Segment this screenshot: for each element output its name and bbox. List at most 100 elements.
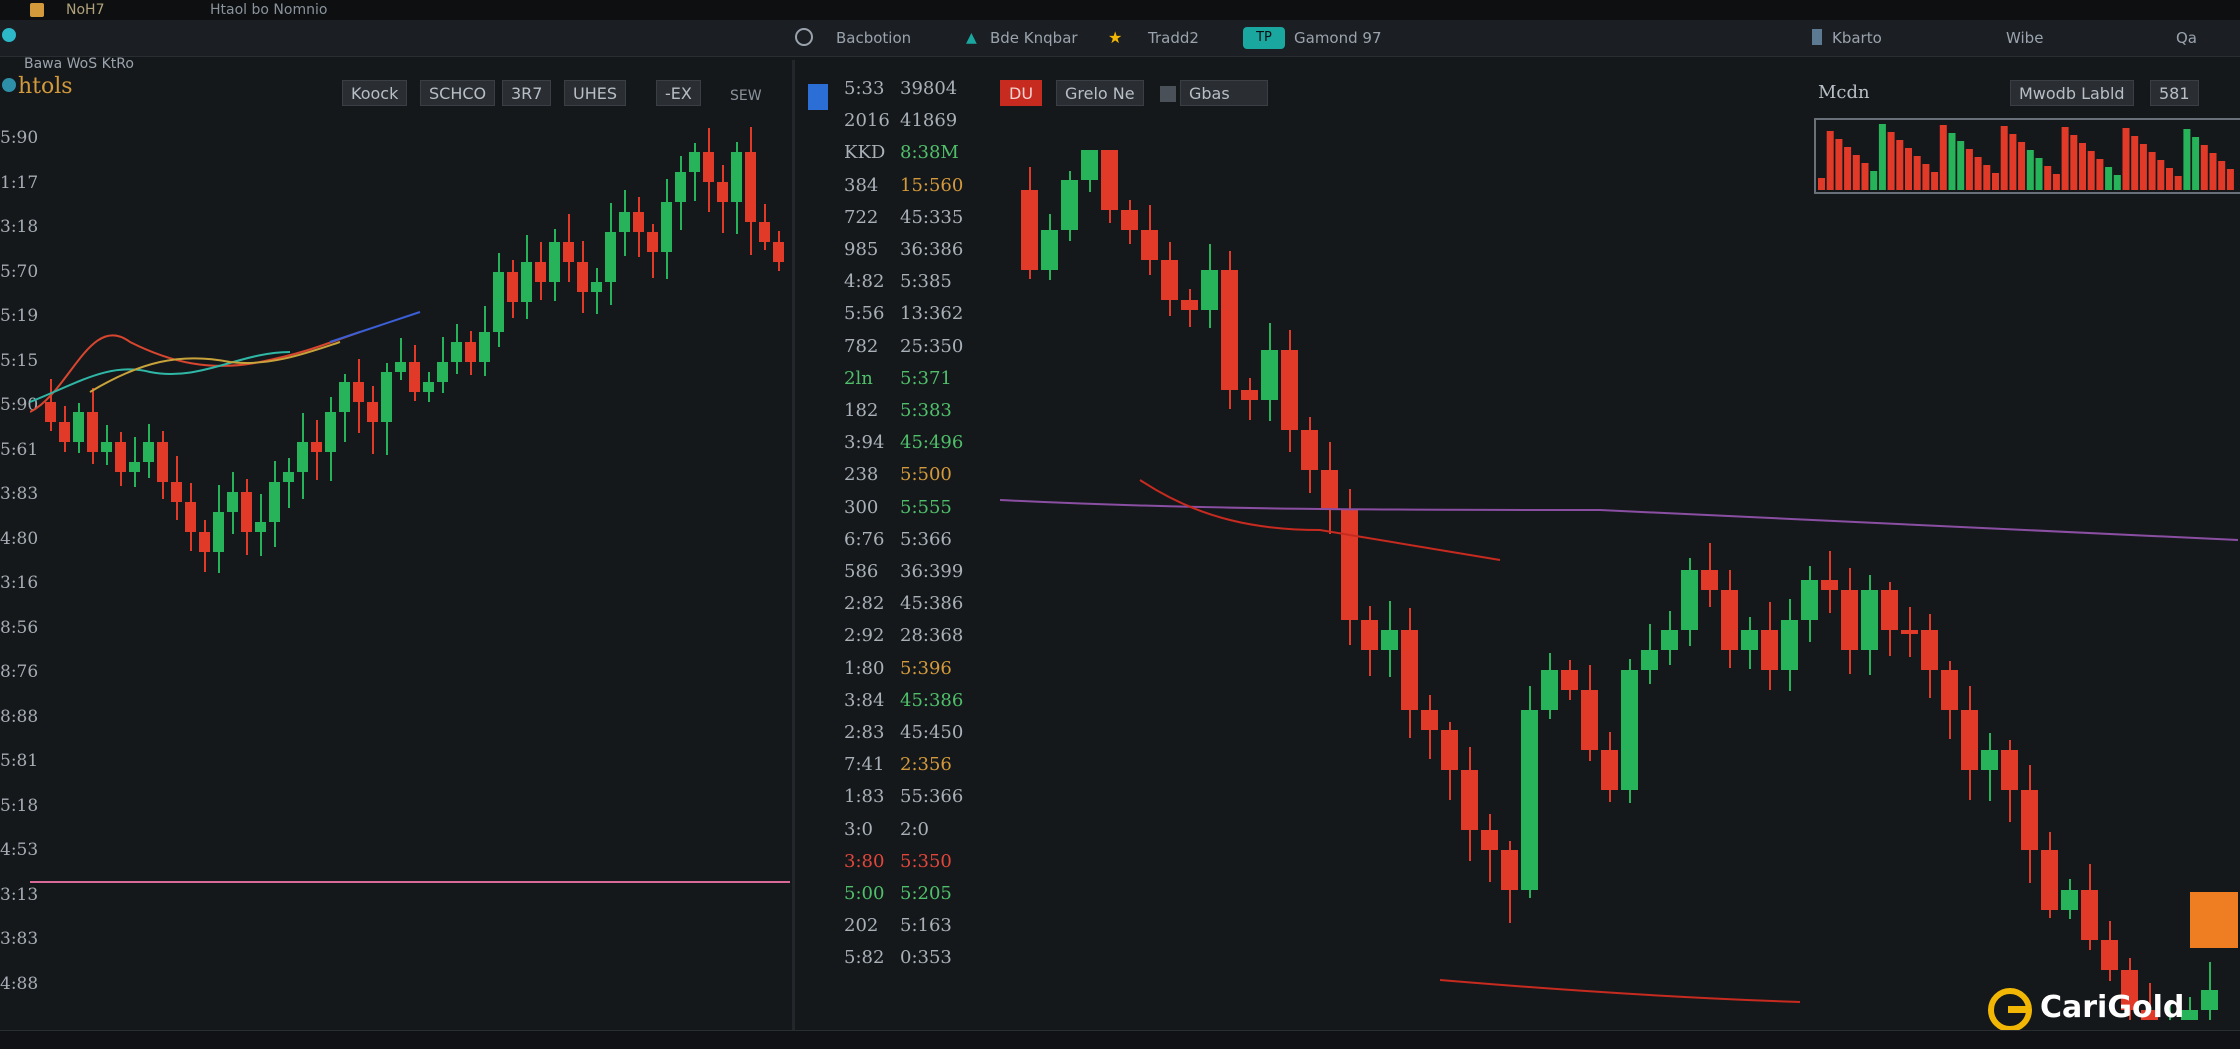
- candle-body: [493, 272, 504, 332]
- order-book-price: 202: [844, 915, 879, 937]
- candle-body: [605, 232, 616, 282]
- order-book-price: 2:83: [844, 722, 885, 743]
- candle-body: [1361, 620, 1378, 650]
- candle-body: [1521, 710, 1538, 890]
- gear-icon[interactable]: [2, 28, 16, 42]
- left-btn-4[interactable]: -EX: [656, 80, 701, 106]
- order-book-price: 300: [844, 496, 879, 518]
- right-tag[interactable]: DU: [1000, 80, 1043, 106]
- price-marker: [2190, 892, 2238, 948]
- candle-body: [689, 152, 700, 172]
- candle-body: [1281, 350, 1298, 430]
- order-book-price: 5:00: [844, 883, 885, 904]
- toolbar-item-3[interactable]: Tradd2: [1148, 26, 1199, 50]
- window-title: NoH7: [66, 2, 105, 18]
- order-book-volume: 36:399: [900, 561, 964, 582]
- candle-body: [2021, 790, 2038, 850]
- candle-body: [87, 412, 98, 452]
- order-book-price: 238: [844, 464, 879, 486]
- candle-body: [1501, 850, 1518, 890]
- left-btn-2[interactable]: 3R7: [502, 80, 552, 106]
- toolbar-item-1[interactable]: Bacbotion: [836, 26, 911, 50]
- candle-body: [1101, 150, 1118, 210]
- candle-body: [1381, 630, 1398, 650]
- left-btn-0[interactable]: Koock: [342, 80, 408, 106]
- order-book-volume: 5:383: [900, 400, 952, 421]
- candle-body: [1261, 350, 1278, 400]
- left-candlestick-chart: [30, 127, 790, 883]
- left-btn-3[interactable]: UHES: [564, 80, 627, 106]
- candle-body: [591, 282, 602, 292]
- candle-body: [1141, 230, 1158, 260]
- order-book-price: 985: [844, 239, 879, 260]
- order-book-price: 782: [844, 335, 879, 357]
- order-book-price: 2016: [844, 110, 890, 132]
- candle-body: [1181, 300, 1198, 310]
- order-book-volume: 5:555: [900, 496, 952, 518]
- candle-body: [745, 152, 756, 222]
- order-book-volume: 45:335: [900, 206, 964, 228]
- candle-body: [465, 342, 476, 362]
- order-book-volume: 5:366: [900, 528, 952, 550]
- order-book-volume: 55:366: [900, 786, 964, 808]
- candle-body: [1881, 590, 1898, 630]
- toolbar-item-6[interactable]: Wibe: [2006, 26, 2043, 50]
- order-book-price: 7:41: [844, 754, 885, 776]
- order-book-volume: 13:362: [900, 303, 964, 325]
- right-btn-0[interactable]: Grelo Ne: [1056, 80, 1144, 106]
- candle-body: [1561, 670, 1578, 690]
- order-book-volume: 39804: [900, 78, 958, 99]
- order-book-volume: 45:386: [900, 593, 964, 615]
- candle-body: [1481, 830, 1498, 850]
- candle-body: [1581, 690, 1598, 750]
- candle-body: [283, 472, 294, 482]
- order-book-price: 3:84: [844, 689, 885, 711]
- order-book-price: 5:56: [844, 303, 885, 325]
- mini-chart-title: Mcdn: [1818, 82, 1870, 103]
- candle-body: [1541, 670, 1558, 710]
- candle-body: [1961, 710, 1978, 770]
- candle-body: [773, 242, 784, 262]
- order-book-price: 182: [844, 400, 879, 421]
- order-book-volume: 2:0: [900, 818, 929, 840]
- candle-body: [409, 362, 420, 392]
- candle-body: [1721, 590, 1738, 650]
- panel-divider[interactable]: [792, 60, 795, 1040]
- candle-body: [185, 502, 196, 532]
- candle-body: [577, 262, 588, 292]
- candle-body: [1661, 630, 1678, 650]
- order-book-price: KKD: [844, 142, 886, 164]
- toolbar-item-2[interactable]: Bde Knqbar: [990, 26, 1078, 50]
- candle-body: [1421, 710, 1438, 730]
- right-candlestick-chart: [1000, 150, 2238, 1020]
- candle-body: [437, 362, 448, 382]
- mini-btn-1[interactable]: 581: [2150, 80, 2199, 106]
- order-book-volume: 0:353: [900, 947, 952, 969]
- candle-body: [1401, 630, 1418, 710]
- order-book-volume: 25:350: [900, 335, 964, 357]
- candle-body: [1761, 630, 1778, 670]
- left-btn-1[interactable]: SCHCO: [420, 80, 496, 106]
- star-icon: ★: [1108, 28, 1123, 47]
- order-book-volume: 45:386: [900, 689, 964, 711]
- candle-body: [1681, 570, 1698, 630]
- candle-body: [521, 262, 532, 302]
- toolbar-item-5[interactable]: Kbarto: [1832, 26, 1882, 50]
- candle-body: [171, 482, 182, 502]
- brand-name: CariGold: [2040, 990, 2185, 1025]
- toolbar-item-7[interactable]: Qa: [2176, 26, 2197, 50]
- order-book-volume: 28:368: [900, 625, 964, 647]
- candle-body: [1081, 150, 1098, 180]
- toolbar-item-4[interactable]: Gamond 97: [1294, 26, 1382, 50]
- mini-btn-0[interactable]: Mwodb Labld: [2010, 80, 2134, 106]
- search-icon[interactable]: [795, 28, 813, 46]
- candle-body: [759, 222, 770, 242]
- order-book-badge: [808, 84, 828, 110]
- order-book-volume: 5:385: [900, 271, 952, 293]
- candle-body: [1241, 390, 1258, 400]
- candle-body: [1781, 620, 1798, 670]
- candle-body: [619, 212, 630, 232]
- tp-icon[interactable]: TP: [1243, 27, 1285, 49]
- candle-body: [549, 242, 560, 282]
- right-btn-1[interactable]: Gbas: [1180, 80, 1268, 106]
